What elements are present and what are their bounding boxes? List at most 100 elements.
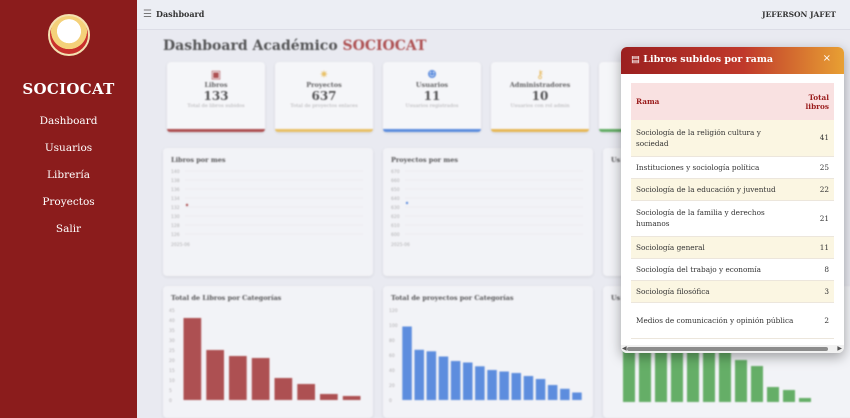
admin-icon: ⚷ (535, 68, 545, 81)
line-chart-proyectos-mes: 670 660 650 640 630 620 610 600 2025-06 (391, 169, 583, 248)
y-tick: 45 (169, 308, 175, 314)
y-tick: 0 (169, 398, 172, 404)
y-tick: 35 (169, 328, 175, 334)
table-row: Instituciones y sociología política 25 (631, 156, 834, 179)
users-icon: ☻ (427, 68, 437, 81)
rama-cell: Sociología general (631, 236, 801, 259)
rama-cell: Sociología de la educación y juventud (631, 178, 801, 201)
rama-cell: Sociología de la familia y derechos huma… (631, 200, 801, 237)
chart-card-proyectos-mes: Proyectos por mes 670 660 650 640 630 62… (383, 148, 593, 276)
y-tick: 620 (391, 214, 400, 220)
sidebar-nav: Dashboard Usuarios Librería Proyectos Sa… (0, 108, 137, 243)
sidebar-item-usuarios[interactable]: Usuarios (0, 135, 137, 162)
total-cell: 8 (800, 258, 834, 281)
table-row: Sociología general 11 (631, 236, 834, 259)
line-chart-libros-mes: 140 138 136 134 132 130 128 126 2025-06 (171, 169, 363, 248)
bar (783, 390, 795, 402)
bar (402, 326, 412, 400)
rama-cell: Sociología filosófica (631, 280, 801, 303)
bar-chart-libros-categorias: 45 40 35 30 25 20 15 10 5 0 (169, 308, 361, 404)
x-tick: 2025-06 (171, 242, 190, 248)
stat-card-usuarios: ☻ Usuarios 11 Usuarios registrados (383, 62, 481, 132)
y-tick: 650 (391, 187, 400, 193)
y-tick: 610 (391, 223, 400, 229)
chart-card-libros-categorias: Total de Libros por Categorías 45 40 35 … (163, 286, 373, 418)
bar (735, 360, 747, 402)
user-name[interactable]: JEFERSON JAFET (762, 10, 836, 19)
bar (229, 356, 247, 400)
table-row: Sociología del trabajo y economía 8 (631, 258, 834, 281)
y-tick: 670 (391, 169, 400, 175)
lightbulb-icon: ✷ (319, 68, 329, 81)
bar-chart-proyectos-categorias: 120 100 80 60 40 20 0 (389, 308, 582, 404)
total-cell: 22 (800, 178, 834, 201)
sidebar: SOCIOCAT Dashboard Usuarios Librería Pro… (0, 0, 137, 418)
breadcrumb: Dashboard (156, 9, 205, 19)
modal-body: Rama Total libros Sociología de la relig… (631, 83, 834, 339)
y-tick: 25 (169, 348, 175, 354)
university-logo (48, 14, 90, 56)
bar (499, 371, 509, 400)
bar (475, 366, 485, 401)
y-tick: 138 (171, 178, 180, 184)
y-tick: 100 (389, 323, 398, 329)
table-row: Sociología filosófica 3 (631, 280, 834, 303)
bar (438, 356, 449, 400)
y-tick: 640 (391, 196, 400, 202)
book-icon: ▤ (631, 54, 640, 65)
y-tick: 630 (391, 205, 400, 211)
y-tick: 128 (171, 223, 180, 229)
y-tick: 20 (389, 383, 395, 389)
close-icon[interactable]: × (823, 53, 831, 64)
chart-card-proyectos-categorias: Total de proyectos por Categorías 120 10… (383, 286, 593, 418)
modal-title: ▤ Libros subidos por rama (631, 54, 774, 65)
y-tick: 80 (389, 338, 395, 344)
sidebar-item-libreria[interactable]: Librería (0, 162, 137, 189)
total-cell: 11 (800, 236, 834, 259)
total-cell: 25 (800, 156, 834, 179)
y-tick: 0 (389, 398, 392, 404)
bar (639, 346, 651, 402)
bar (487, 370, 497, 400)
rama-cell: Sociología de la religión cultura y soci… (631, 120, 801, 157)
bar (572, 392, 582, 400)
column-header-rama: Rama (631, 83, 801, 120)
y-tick: 140 (171, 169, 180, 175)
x-tick: 2025-06 (391, 242, 410, 248)
bar (671, 346, 683, 402)
sidebar-item-salir[interactable]: Salir (0, 216, 137, 243)
modal-libros-por-rama: ▤ Libros subidos por rama × Rama Total l… (621, 47, 844, 353)
y-tick: 60 (389, 353, 395, 359)
bar (463, 362, 473, 400)
table-row: Sociología de la religión cultura y soci… (631, 120, 834, 157)
rama-cell: Instituciones y sociología política (631, 156, 801, 179)
bar (450, 361, 461, 400)
brand-name: SOCIOCAT (22, 80, 115, 98)
bar (560, 388, 570, 401)
scroll-left-icon[interactable]: ◀ (622, 345, 627, 352)
scroll-thumb[interactable] (627, 347, 828, 351)
book-icon: ▣ (210, 68, 222, 81)
scroll-right-icon[interactable]: ▶ (837, 345, 842, 352)
table-row: Sociología de la educación y juventud 22 (631, 178, 834, 201)
hamburger-menu-icon[interactable]: ☰ (143, 9, 152, 20)
bar (767, 387, 779, 402)
page-title: Dashboard Académico SOCIOCAT (163, 38, 427, 54)
y-tick: 120 (389, 308, 398, 314)
y-tick: 600 (391, 232, 400, 238)
stat-card-proyectos: ✷ Proyectos 637 Total de proyectos enlac… (275, 62, 373, 132)
sidebar-item-dashboard[interactable]: Dashboard (0, 108, 137, 135)
stat-accent-bar (383, 129, 481, 132)
bar (320, 394, 338, 400)
rama-cell: Medios de comunicación y opinión pública (631, 302, 801, 339)
y-tick: 134 (171, 196, 180, 202)
total-cell: 2 (800, 302, 834, 339)
sidebar-item-proyectos[interactable]: Proyectos (0, 189, 137, 216)
y-tick: 10 (169, 378, 175, 384)
horizontal-scrollbar[interactable]: ◀ ▶ (621, 345, 844, 353)
bar (751, 366, 763, 402)
y-tick: 40 (169, 318, 175, 324)
bar (655, 346, 667, 402)
bar (511, 373, 521, 400)
table-row: Sociología de la familia y derechos huma… (631, 200, 834, 237)
